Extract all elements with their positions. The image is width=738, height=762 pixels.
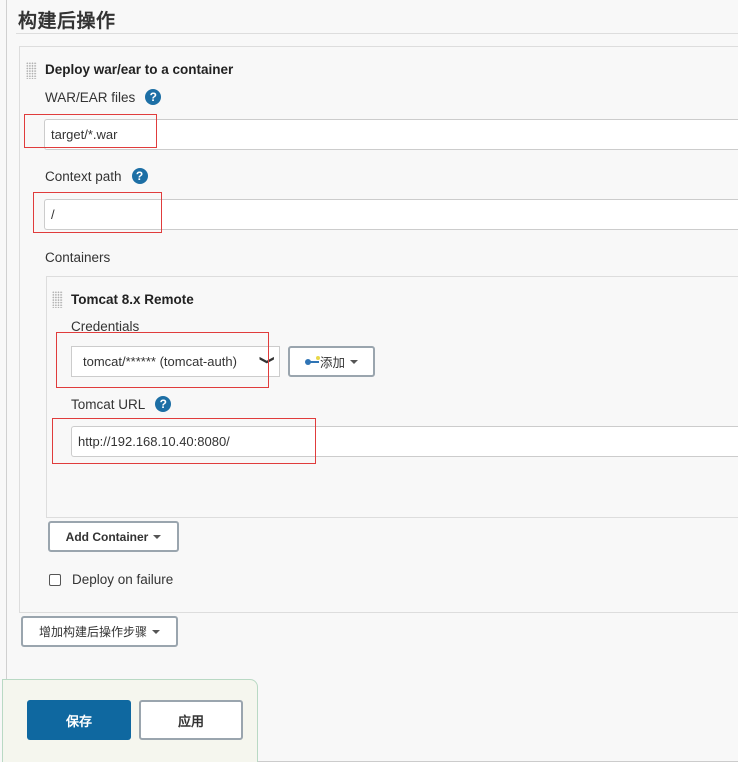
- deploy-step-title: Deploy war/ear to a container: [45, 62, 234, 77]
- caret-down-icon: [350, 359, 358, 364]
- tomcat-url-input[interactable]: http://192.168.10.40:8080/: [71, 426, 738, 457]
- add-container-button[interactable]: Add Container: [48, 521, 179, 552]
- chevron-down-icon[interactable]: ❯: [260, 355, 277, 365]
- deploy-on-failure-checkbox[interactable]: [49, 574, 61, 586]
- container-title: Tomcat 8.x Remote: [71, 292, 194, 307]
- deploy-on-failure-label[interactable]: Deploy on failure: [72, 572, 173, 587]
- add-credentials-label: 添加: [319, 356, 345, 370]
- drag-handle-icon[interactable]: [52, 291, 63, 308]
- war-files-value: target/*.war: [51, 127, 118, 142]
- context-path-label: Context path ?: [45, 168, 148, 184]
- tomcat-url-value: http://192.168.10.40:8080/: [78, 434, 230, 449]
- key-icon: [304, 355, 320, 366]
- context-path-label-text: Context path: [45, 168, 122, 184]
- war-files-label: WAR/EAR files ?: [45, 89, 162, 105]
- add-credentials-button[interactable]: 添加: [288, 346, 375, 377]
- context-path-value: /: [51, 207, 55, 222]
- tomcat-url-label-text: Tomcat URL: [71, 396, 146, 412]
- add-post-build-step-button[interactable]: 增加构建后操作步骤: [21, 616, 178, 647]
- help-icon[interactable]: ?: [131, 168, 148, 184]
- help-icon[interactable]: ?: [145, 89, 162, 105]
- save-button[interactable]: 保存: [27, 700, 131, 740]
- apply-button[interactable]: 应用: [139, 700, 243, 740]
- drag-handle-icon[interactable]: [26, 62, 37, 79]
- containers-label: Containers: [45, 250, 111, 265]
- add-container-label: Add Container: [65, 529, 149, 544]
- tomcat-url-label: Tomcat URL ?: [71, 396, 172, 412]
- context-path-input[interactable]: /: [44, 199, 738, 230]
- section-title: 构建后操作: [18, 11, 116, 32]
- add-post-build-step-label: 增加构建后操作步骤: [38, 625, 147, 639]
- page-left-border: [6, 0, 7, 762]
- credentials-select[interactable]: tomcat/****** (tomcat-auth): [71, 346, 280, 377]
- war-files-label-text: WAR/EAR files: [45, 89, 136, 105]
- section-divider: [16, 33, 738, 34]
- caret-down-icon: [153, 534, 162, 539]
- caret-down-icon: [152, 629, 160, 634]
- war-files-input[interactable]: target/*.war: [44, 119, 738, 150]
- credentials-label: Credentials: [71, 319, 140, 334]
- credentials-selected-value: tomcat/****** (tomcat-auth): [83, 354, 237, 369]
- help-icon[interactable]: ?: [155, 396, 172, 412]
